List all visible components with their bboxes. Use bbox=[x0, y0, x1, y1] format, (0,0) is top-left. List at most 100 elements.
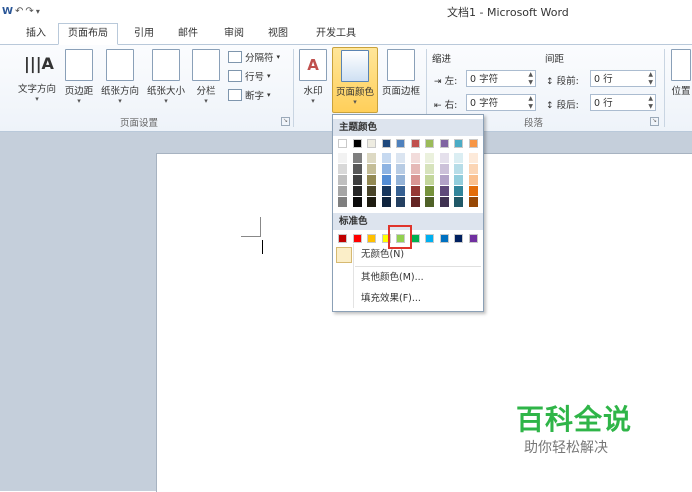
theme-shade-swatch[interactable] bbox=[454, 164, 463, 174]
theme-shade-swatch[interactable] bbox=[468, 153, 478, 163]
theme-shade-swatch[interactable] bbox=[338, 175, 347, 185]
watermark-button[interactable]: A 水印 ▾ bbox=[299, 49, 327, 106]
theme-shade-swatch[interactable] bbox=[425, 164, 434, 174]
theme-shade-swatch[interactable] bbox=[468, 175, 478, 185]
theme-shade-swatch[interactable] bbox=[410, 153, 420, 163]
theme-shade-swatch[interactable] bbox=[367, 164, 376, 174]
spin-arrows-icon[interactable]: ▲ ▼ bbox=[648, 95, 653, 111]
theme-shade-swatch[interactable] bbox=[425, 186, 434, 196]
more-colors-menu-item[interactable]: 其他颜色(M)... bbox=[333, 268, 481, 288]
spacing-after-input[interactable]: 0 行 ▲ ▼ bbox=[590, 94, 656, 111]
spin-arrows-icon[interactable]: ▲ ▼ bbox=[528, 71, 533, 87]
theme-shade-swatch[interactable] bbox=[367, 175, 376, 185]
tab-review[interactable]: 审阅 bbox=[220, 25, 248, 43]
theme-color-swatch[interactable] bbox=[410, 139, 420, 148]
theme-shade-swatch[interactable] bbox=[338, 164, 347, 174]
standard-color-swatch[interactable] bbox=[425, 234, 434, 243]
theme-shade-swatch[interactable] bbox=[410, 186, 420, 196]
theme-shade-swatch[interactable] bbox=[338, 153, 347, 163]
theme-shade-swatch[interactable] bbox=[381, 164, 391, 174]
standard-color-swatch[interactable] bbox=[439, 234, 449, 243]
undo-icon[interactable]: ↶ bbox=[15, 6, 23, 17]
theme-shade-swatch[interactable] bbox=[396, 197, 405, 207]
tab-page-layout[interactable]: 页面布局 bbox=[58, 23, 118, 45]
theme-shade-swatch[interactable] bbox=[439, 164, 449, 174]
theme-shade-swatch[interactable] bbox=[425, 153, 434, 163]
paragraph-launcher-icon[interactable]: ↘ bbox=[650, 117, 659, 126]
theme-color-swatch[interactable] bbox=[381, 139, 391, 148]
theme-color-swatch[interactable] bbox=[454, 139, 463, 148]
theme-shade-swatch[interactable] bbox=[439, 153, 449, 163]
theme-shade-swatch[interactable] bbox=[381, 186, 391, 196]
theme-shade-swatch[interactable] bbox=[425, 197, 434, 207]
indent-right-input[interactable]: 0 字符 ▲ ▼ bbox=[466, 94, 536, 111]
theme-shade-swatch[interactable] bbox=[396, 186, 405, 196]
theme-shade-swatch[interactable] bbox=[381, 175, 391, 185]
theme-shade-swatch[interactable] bbox=[439, 175, 449, 185]
theme-shade-swatch[interactable] bbox=[352, 197, 362, 207]
fill-effects-menu-item[interactable]: 填充效果(F)... bbox=[333, 289, 481, 309]
size-button[interactable]: 纸张大小 ▾ bbox=[144, 49, 188, 106]
breaks-button[interactable]: 分隔符 ▾ bbox=[228, 50, 280, 64]
theme-shade-swatch[interactable] bbox=[367, 197, 376, 207]
tab-developer[interactable]: 开发工具 bbox=[310, 25, 362, 43]
theme-shade-swatch[interactable] bbox=[439, 186, 449, 196]
theme-color-swatch[interactable] bbox=[439, 139, 449, 148]
theme-shade-swatch[interactable] bbox=[381, 153, 391, 163]
position-button[interactable]: 位置 bbox=[670, 49, 692, 97]
theme-shade-swatch[interactable] bbox=[410, 175, 420, 185]
theme-color-swatch[interactable] bbox=[338, 139, 347, 148]
theme-shade-swatch[interactable] bbox=[338, 197, 347, 207]
word-app-icon[interactable]: W bbox=[2, 6, 13, 17]
theme-shade-swatch[interactable] bbox=[468, 164, 478, 174]
theme-shade-swatch[interactable] bbox=[367, 186, 376, 196]
standard-color-swatch[interactable] bbox=[367, 234, 376, 243]
columns-button[interactable]: 分栏 ▾ bbox=[192, 49, 220, 106]
theme-shade-swatch[interactable] bbox=[410, 164, 420, 174]
theme-color-swatch[interactable] bbox=[352, 139, 362, 148]
orientation-button[interactable]: 纸张方向 ▾ bbox=[98, 49, 142, 106]
theme-shade-swatch[interactable] bbox=[468, 197, 478, 207]
theme-shade-swatch[interactable] bbox=[352, 186, 362, 196]
tab-mailings[interactable]: 邮件 bbox=[174, 25, 202, 43]
theme-shade-swatch[interactable] bbox=[396, 153, 405, 163]
hyphenation-button[interactable]: 断字 ▾ bbox=[228, 88, 271, 102]
spin-arrows-icon[interactable]: ▲ ▼ bbox=[528, 95, 533, 111]
redo-icon[interactable]: ↷ bbox=[25, 6, 33, 17]
tab-view[interactable]: 视图 bbox=[264, 25, 292, 43]
theme-color-swatch[interactable] bbox=[425, 139, 434, 148]
theme-shade-swatch[interactable] bbox=[454, 153, 463, 163]
theme-shade-swatch[interactable] bbox=[381, 197, 391, 207]
line-numbers-button[interactable]: 行号 ▾ bbox=[228, 69, 271, 83]
theme-color-swatch[interactable] bbox=[396, 139, 405, 148]
standard-color-swatch[interactable] bbox=[454, 234, 463, 243]
tab-insert[interactable]: 插入 bbox=[22, 25, 50, 43]
theme-shade-swatch[interactable] bbox=[439, 197, 449, 207]
theme-color-swatch[interactable] bbox=[468, 139, 478, 148]
theme-shade-swatch[interactable] bbox=[454, 175, 463, 185]
theme-shade-swatch[interactable] bbox=[454, 186, 463, 196]
spacing-before-input[interactable]: 0 行 ▲ ▼ bbox=[590, 70, 656, 87]
text-direction-button[interactable]: |||A 文字方向 ▾ bbox=[14, 49, 60, 104]
standard-color-swatch[interactable] bbox=[338, 234, 347, 243]
theme-shade-swatch[interactable] bbox=[367, 153, 376, 163]
theme-shade-swatch[interactable] bbox=[352, 175, 362, 185]
theme-shade-swatch[interactable] bbox=[352, 164, 362, 174]
theme-shade-swatch[interactable] bbox=[352, 153, 362, 163]
theme-shade-swatch[interactable] bbox=[425, 175, 434, 185]
theme-shade-swatch[interactable] bbox=[454, 197, 463, 207]
page-color-button[interactable]: 页面颜色 ▾ bbox=[332, 47, 378, 113]
standard-color-swatch[interactable] bbox=[352, 234, 362, 243]
customize-qat-icon[interactable]: ▾ bbox=[36, 7, 40, 16]
page-borders-button[interactable]: 页面边框 bbox=[379, 49, 423, 97]
theme-shade-swatch[interactable] bbox=[410, 197, 420, 207]
spin-arrows-icon[interactable]: ▲ ▼ bbox=[648, 71, 653, 87]
theme-color-swatch[interactable] bbox=[367, 139, 376, 148]
margins-button[interactable]: 页边距 ▾ bbox=[62, 49, 96, 106]
no-color-menu-item[interactable]: 无颜色(N) bbox=[333, 245, 481, 265]
theme-shade-swatch[interactable] bbox=[468, 186, 478, 196]
theme-shade-swatch[interactable] bbox=[338, 186, 347, 196]
page-setup-launcher-icon[interactable]: ↘ bbox=[281, 117, 290, 126]
indent-left-input[interactable]: 0 字符 ▲ ▼ bbox=[466, 70, 536, 87]
tab-references[interactable]: 引用 bbox=[130, 25, 158, 43]
